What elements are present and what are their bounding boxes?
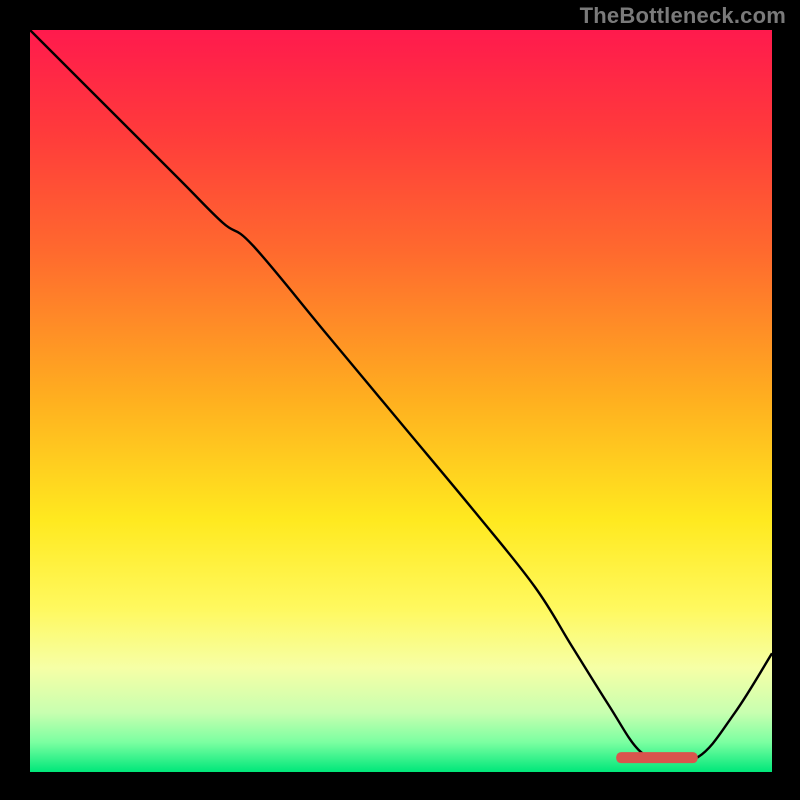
- chart-frame: TheBottleneck.com: [0, 0, 800, 800]
- plot-area: [30, 30, 772, 772]
- plot-svg: [30, 30, 772, 772]
- optimal-marker: [616, 752, 698, 763]
- attribution-text: TheBottleneck.com: [580, 3, 786, 29]
